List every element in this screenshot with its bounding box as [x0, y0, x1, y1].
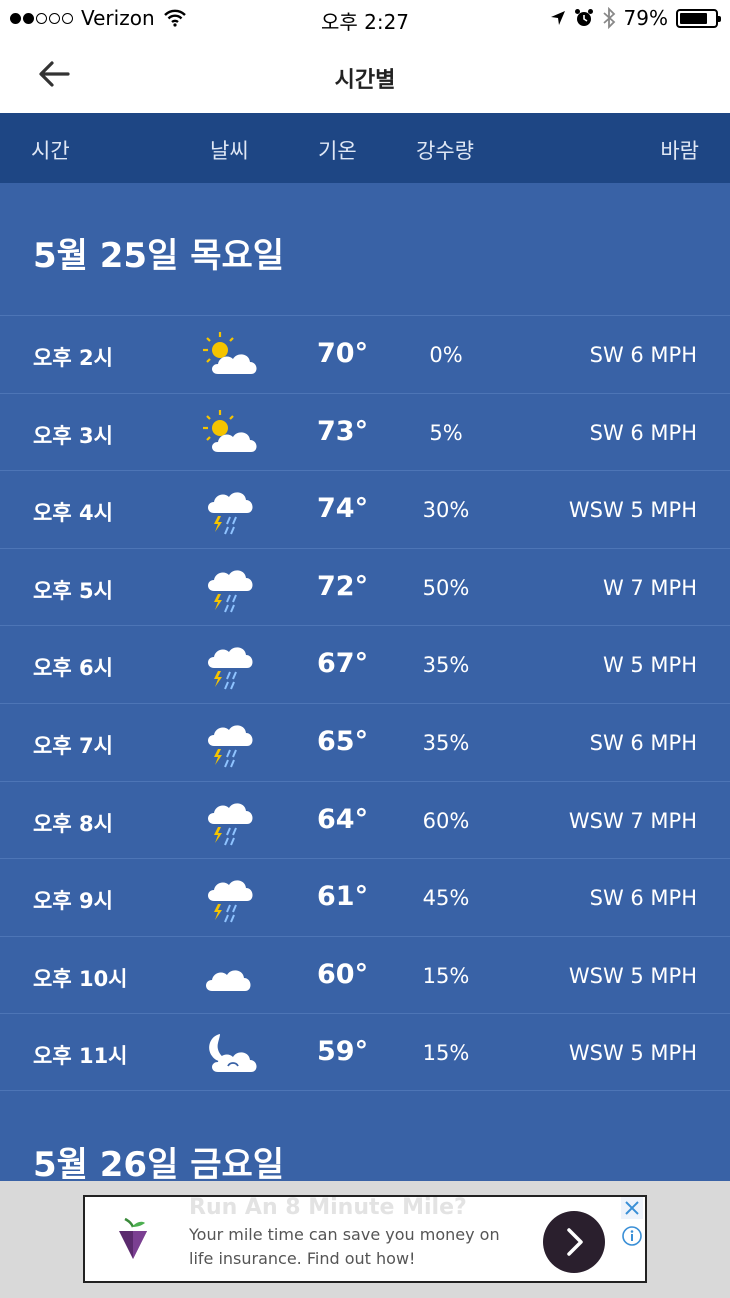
alarm-icon [574, 9, 593, 26]
hour-precipitation: 5% [429, 420, 463, 445]
hourly-list: 오후 2시 70° 0% SW 6 MPH 오후 3시 73° 5% SW 6 MPH 오후 4… [0, 315, 730, 1091]
hour-wind: WSW 5 MPH [568, 498, 697, 523]
hour-temperature: 59° [317, 1036, 369, 1068]
ad-info-icon[interactable] [621, 1225, 643, 1247]
hourly-row: 오후 5시 72° 50% W 7 MPH [0, 547, 730, 626]
column-time-label: 시간 [31, 139, 70, 163]
hour-wind: SW 6 MPH [589, 420, 697, 445]
hour-time: 오후 7시 [33, 733, 113, 758]
cloudy-icon [200, 949, 262, 1003]
hour-wind: WSW 5 MPH [568, 1041, 697, 1066]
hourly-row: 오후 9시 61° 45% SW 6 MPH [0, 858, 730, 936]
thunderstorm-icon [200, 871, 262, 925]
hour-time: 오후 2시 [33, 346, 113, 370]
day-header: 5월 25일 목요일 [33, 236, 285, 276]
ad-container[interactable]: Run An 8 Minute Mile? Your mile time can… [83, 1195, 647, 1283]
column-precip-label: 강수량 [416, 139, 474, 163]
hour-temperature: 72° [317, 570, 369, 602]
hourly-row: 오후 11시 59° 15% WSW 5 MPH [0, 1013, 730, 1091]
hour-time: 오후 5시 [33, 578, 113, 603]
thunderstorm-icon [200, 716, 262, 770]
hour-temperature: 70° [317, 338, 369, 369]
thunderstorm-icon [200, 638, 262, 692]
grape-logo-icon [119, 1217, 147, 1259]
hourly-row: 오후 8시 64° 60% WSW 7 MPH [0, 780, 730, 859]
hour-temperature: 60° [317, 958, 369, 990]
partly-sunny-icon [200, 406, 262, 460]
column-header: 시간 날씨 기온 강수량 바람 [0, 113, 730, 183]
hour-wind: WSW 7 MPH [568, 808, 697, 833]
hour-time: 오후 8시 [33, 811, 113, 836]
column-temp-label: 기온 [318, 139, 357, 163]
hour-wind: SW 6 MPH [589, 730, 697, 755]
location-arrow-icon [550, 11, 565, 25]
hour-precipitation: 35% [422, 730, 470, 755]
bluetooth-icon [602, 7, 615, 29]
hour-temperature: 67° [317, 648, 369, 680]
hourly-row: 오후 6시 67° 35% W 5 MPH [0, 625, 730, 703]
ad-banner[interactable]: Run An 8 Minute Mile? Your mile time can… [0, 1181, 730, 1298]
thunderstorm-icon [200, 483, 262, 537]
navigation-bar: 시간별 [0, 38, 730, 113]
hour-wind: SW 6 MPH [589, 343, 697, 367]
hour-wind: W 7 MPH [602, 575, 697, 600]
hour-temperature: 65° [317, 725, 369, 757]
hourly-row: 오후 2시 70° 0% SW 6 MPH [0, 315, 730, 393]
day-header: 5월 26일 금요일 [33, 1145, 285, 1185]
hour-time: 오후 3시 [33, 423, 113, 448]
chevron-right-icon [567, 1228, 583, 1256]
hour-precipitation: 0% [429, 343, 463, 367]
hour-wind: WSW 5 MPH [568, 963, 697, 988]
hour-wind: W 5 MPH [602, 653, 697, 678]
battery-icon [676, 8, 721, 28]
hour-precipitation: 15% [422, 963, 470, 988]
partly-sunny-icon [200, 328, 262, 382]
hour-time: 오후 4시 [33, 501, 113, 526]
hour-precipitation: 45% [422, 886, 470, 911]
hour-time: 오후 10시 [33, 966, 128, 991]
battery-percent: 79% [623, 6, 668, 30]
hourly-row: 오후 4시 74° 30% WSW 5 MPH [0, 470, 730, 548]
hour-precipitation: 15% [422, 1041, 470, 1066]
hour-precipitation: 35% [422, 653, 470, 678]
ad-close-icon[interactable] [621, 1197, 643, 1219]
hour-precipitation: 30% [422, 498, 470, 523]
hourly-row: 오후 7시 65° 35% SW 6 MPH [0, 702, 730, 781]
thunderstorm-icon [200, 561, 262, 615]
hour-time: 오후 9시 [33, 889, 113, 914]
page-title: 시간별 [334, 68, 396, 93]
hour-temperature: 74° [317, 493, 369, 525]
hour-precipitation: 50% [422, 575, 470, 600]
hourly-row: 오후 10시 60° 15% WSW 5 MPH [0, 935, 730, 1014]
hour-wind: SW 6 MPH [589, 886, 697, 911]
hour-time: 오후 11시 [33, 1044, 128, 1069]
partly-cloudy-night-icon [200, 1026, 262, 1080]
hour-time: 오후 6시 [33, 656, 113, 681]
hourly-row: 오후 3시 73° 5% SW 6 MPH [0, 392, 730, 471]
column-wind-label: 바람 [660, 139, 699, 163]
hour-temperature: 61° [317, 881, 369, 913]
ad-text: Your mile time can save you money on lif… [189, 1225, 500, 1268]
hour-temperature: 64° [317, 803, 369, 835]
thunderstorm-icon [200, 794, 262, 848]
hour-temperature: 73° [317, 415, 369, 447]
ad-cta-button[interactable] [543, 1211, 605, 1273]
ad-headline: Run An 8 Minute Mile? [189, 1195, 467, 1220]
hour-precipitation: 60% [422, 808, 470, 833]
status-bar: Verizon 오후 2:27 79% [0, 0, 730, 38]
column-weather-label: 날씨 [210, 139, 249, 163]
